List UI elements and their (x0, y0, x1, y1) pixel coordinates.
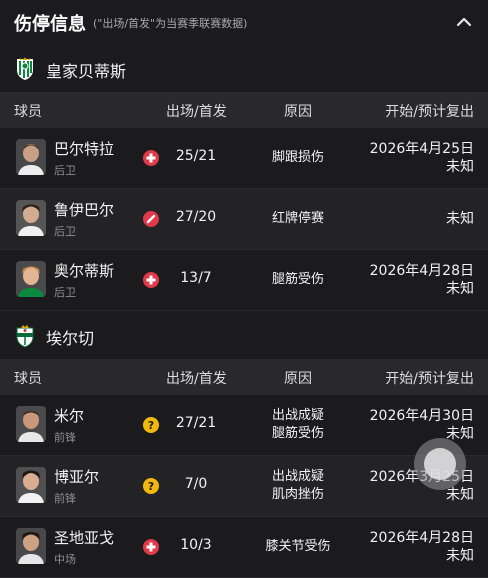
col-apps: 出场/首发 (166, 371, 227, 387)
return-date: 未知 (446, 281, 474, 297)
avatar (16, 261, 46, 297)
player-position: 前锋 (54, 431, 76, 444)
avatar (16, 528, 46, 564)
team-header-elche: 埃尔切 (0, 311, 488, 359)
medical-cross-icon (143, 150, 159, 166)
svg-text:?: ? (148, 419, 154, 432)
table-header: 球员 出场/首发 原因 开始/预计复出 (0, 92, 488, 128)
chevron-up-icon[interactable] (454, 12, 474, 32)
injury-reason: 肌肉挫伤 (271, 487, 324, 502)
player-row[interactable]: 鲁伊巴尔 后卫 27/20 红牌停赛 未知 (0, 189, 488, 250)
avatar (16, 467, 46, 503)
assistive-touch-inner (424, 448, 456, 480)
return-date: 未知 (446, 159, 474, 175)
apps-starts: 13/7 (180, 270, 212, 286)
avatar (16, 406, 46, 442)
question-icon: ? (143, 478, 159, 494)
avatar (16, 139, 46, 175)
apps-starts: 25/21 (175, 148, 217, 164)
return-date: 未知 (446, 211, 474, 227)
team-name: 皇家贝蒂斯 (46, 62, 127, 81)
player-position: 后卫 (54, 286, 76, 299)
elche-logo-icon (14, 324, 36, 348)
table-header: 球员 出场/首发 原因 开始/预计复出 (0, 359, 488, 395)
player-row[interactable]: 米尔 前锋 ? 27/21 出战成疑 腿筋受伤 2026年4月30日 未知 (0, 395, 488, 456)
apps-starts: 10/3 (180, 537, 212, 553)
injury-reason: 腿筋受伤 (271, 426, 324, 441)
start-date: 2026年4月25日 (369, 141, 474, 157)
col-dates: 开始/预计复出 (385, 371, 474, 387)
player-position: 前锋 (54, 492, 76, 505)
col-reason: 原因 (284, 371, 312, 387)
avatar (16, 200, 46, 236)
red-card-icon (143, 211, 159, 227)
start-date: 2026年4月28日 (369, 263, 474, 279)
player-row[interactable]: 奥尔蒂斯 后卫 13/7 腿筋受伤 2026年4月28日 未知 (0, 250, 488, 311)
injury-reason: 脚跟损伤 (271, 150, 324, 165)
player-position: 后卫 (54, 225, 76, 238)
assistive-touch-button[interactable] (414, 438, 466, 490)
injury-reason: 腿筋受伤 (271, 272, 324, 287)
col-player: 球员 (14, 104, 42, 120)
section-subtitle: ("出场/首发"为当赛季联赛数据) (93, 17, 248, 30)
player-position: 后卫 (54, 164, 76, 177)
return-date: 未知 (446, 548, 474, 564)
section-title: 伤停信息 (14, 14, 86, 35)
injury-status: 出战成疑 (271, 469, 324, 484)
return-date: 未知 (446, 487, 474, 503)
injury-reason: 红牌停赛 (271, 211, 324, 226)
betis-logo-icon (14, 57, 36, 81)
col-dates: 开始/预计复出 (385, 104, 474, 120)
player-name: 鲁伊巴尔 (54, 201, 115, 219)
player-name: 米尔 (54, 407, 85, 425)
player-position: 中场 (54, 553, 76, 566)
team-header-betis: 皇家贝蒂斯 (0, 44, 488, 92)
player-name: 巴尔特拉 (54, 140, 115, 158)
injury-reason: 膝关节受伤 (265, 539, 331, 554)
medical-cross-icon (143, 539, 159, 555)
apps-starts: 27/20 (175, 209, 217, 225)
team-name: 埃尔切 (46, 329, 95, 348)
col-reason: 原因 (284, 104, 312, 120)
player-row[interactable]: 圣地亚戈 中场 10/3 膝关节受伤 2026年4月28日 未知 (0, 517, 488, 578)
injury-header: 伤停信息 ("出场/首发"为当赛季联赛数据) (0, 0, 488, 44)
injury-status: 出战成疑 (271, 408, 324, 423)
player-name: 圣地亚戈 (54, 529, 115, 547)
svg-text:?: ? (148, 480, 154, 493)
col-apps: 出场/首发 (166, 104, 227, 120)
player-name: 博亚尔 (54, 468, 100, 486)
col-player: 球员 (14, 371, 42, 387)
player-row[interactable]: 巴尔特拉 后卫 25/21 脚跟损伤 2026年4月25日 未知 (0, 128, 488, 189)
player-name: 奥尔蒂斯 (54, 262, 115, 280)
medical-cross-icon (143, 272, 159, 288)
apps-starts: 27/21 (175, 415, 217, 431)
start-date: 2026年4月30日 (369, 408, 474, 424)
apps-starts: 7/0 (184, 476, 208, 492)
start-date: 2026年4月28日 (369, 530, 474, 546)
question-icon: ? (143, 417, 159, 433)
